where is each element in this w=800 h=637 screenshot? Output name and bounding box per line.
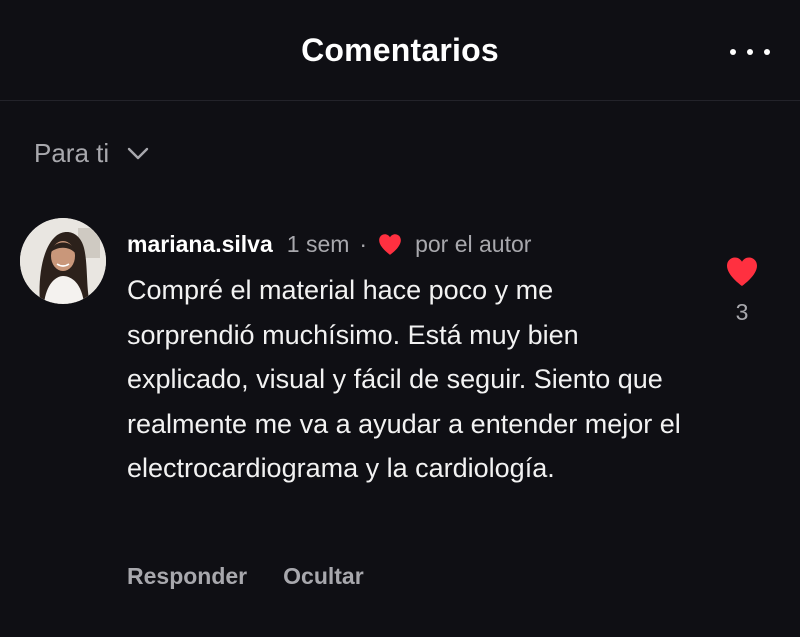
reply-button[interactable]: Responder xyxy=(127,563,247,590)
timestamp: 1 sem xyxy=(286,230,350,257)
comment-body: mariana.silva 1 sem · por el autor Compr… xyxy=(127,226,687,491)
author-liked-label: por el autor xyxy=(415,230,532,257)
avatar[interactable] xyxy=(20,218,106,304)
more-horizontal-icon-dot xyxy=(747,49,753,55)
like-heart-icon[interactable] xyxy=(724,254,760,288)
avatar-image xyxy=(20,218,106,304)
comment-actions: Responder Ocultar xyxy=(127,563,364,590)
like-count: 3 xyxy=(735,299,749,325)
more-horizontal-icon xyxy=(730,49,736,55)
sort-filter-dropdown[interactable]: Para ti xyxy=(34,138,149,169)
comment-meta: mariana.silva 1 sem · por el autor xyxy=(127,226,687,262)
separator: · xyxy=(359,230,368,257)
header: Comentarios xyxy=(0,0,800,101)
username[interactable]: mariana.silva xyxy=(127,231,273,258)
comment-text: Compré el material hace poco y me sorpre… xyxy=(127,275,681,483)
page-title: Comentarios xyxy=(301,32,499,68)
filter-label: Para ti xyxy=(34,138,110,168)
heart-icon xyxy=(379,234,401,255)
like-section: 3 xyxy=(720,254,764,326)
hide-button[interactable]: Ocultar xyxy=(283,563,364,590)
chevron-down-icon xyxy=(127,147,149,159)
comments-screen: Comentarios Para ti mariana.silva 1 sem … xyxy=(0,0,800,637)
more-horizontal-icon-dot xyxy=(764,49,770,55)
more-options-button[interactable] xyxy=(730,40,770,64)
